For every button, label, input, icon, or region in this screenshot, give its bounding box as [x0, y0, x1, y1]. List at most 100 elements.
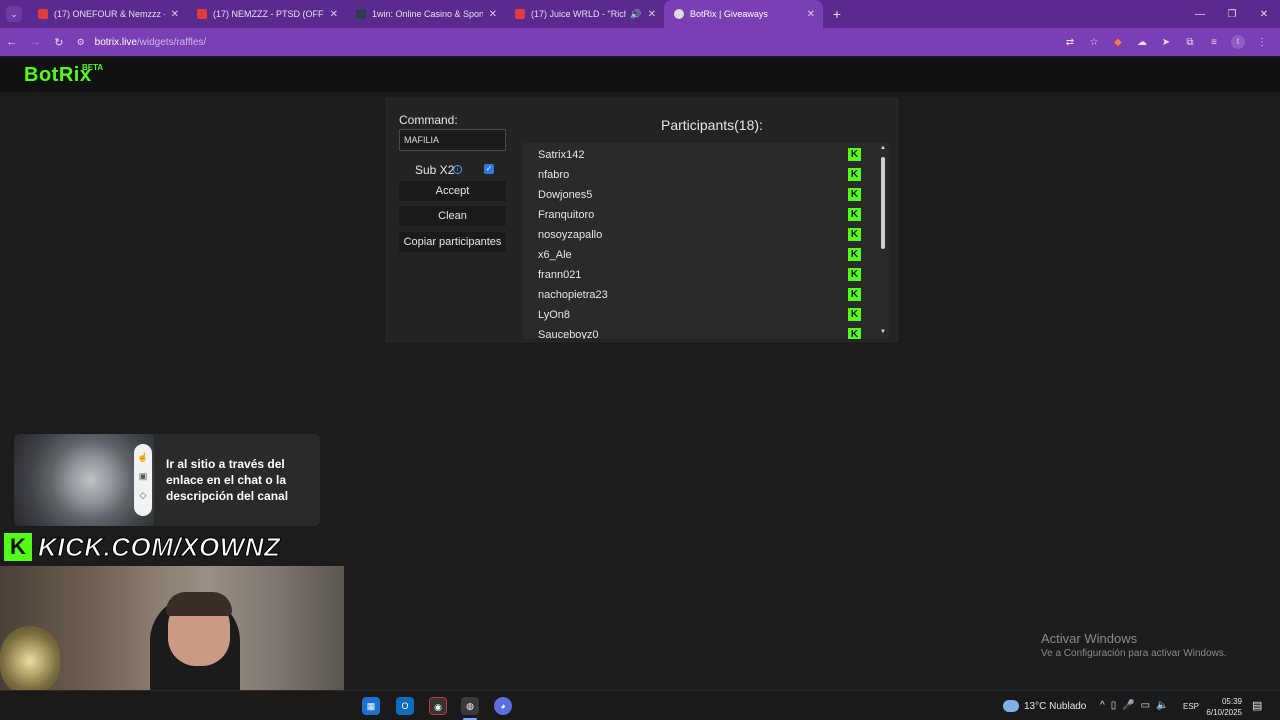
cloud-weather-icon[interactable] [1003, 700, 1019, 712]
close-icon[interactable]: ✕ [330, 9, 338, 20]
list-item: Sauceboyz0 K [538, 325, 868, 339]
chevron-down-icon: ⌄ [6, 6, 22, 22]
translate-icon[interactable]: ⇄ [1058, 37, 1082, 48]
list-item: nosoyzapallo K [538, 225, 868, 245]
raffle-panel: Command: Sub X2 i ✓ Accept Clean Copiar … [386, 98, 898, 342]
store-icon[interactable]: ▦ [362, 697, 380, 715]
star-icon[interactable]: ☆ [1082, 37, 1106, 48]
close-icon[interactable]: ✕ [489, 9, 497, 20]
participant-name: Franquitoro [538, 209, 595, 221]
sub-x2-checkbox[interactable]: ✓ [484, 164, 494, 174]
recorder-icon[interactable]: ◉ [429, 697, 447, 715]
clock-time: 05:39 [1221, 697, 1242, 706]
tab-title: BotRix | Giveaways [690, 9, 768, 19]
extension-cursor-icon[interactable]: ➤ [1154, 37, 1178, 48]
tab-title: (17) Juice WRLD - "Rich An [531, 9, 627, 19]
kick-icon: K [848, 248, 861, 261]
accept-button[interactable]: Accept [399, 181, 506, 201]
command-input[interactable] [399, 129, 506, 151]
browser-tab[interactable]: (17) NEMZZZ - PTSD (OFFICIAL ✕ [187, 0, 346, 28]
list-item: Dowjones5 K [538, 185, 868, 205]
tag-icon: ◇ [139, 490, 147, 500]
scrollbar[interactable]: ▲ ▼ [879, 145, 887, 339]
list-item: LyOn8 K [538, 305, 868, 325]
participant-name: LyOn8 [538, 309, 571, 321]
new-tab-button[interactable]: + [823, 6, 851, 22]
scrollbar-thumb[interactable] [881, 157, 885, 249]
copy-participants-button[interactable]: Copiar participantes [399, 232, 506, 252]
chrome-icon[interactable]: ◍ [461, 697, 479, 715]
close-icon[interactable]: ✕ [648, 9, 656, 20]
youtube-icon [515, 9, 525, 19]
outlook-icon[interactable]: O [396, 697, 414, 715]
browser-tab[interactable]: 1win: Online Casino & Sport Be ✕ [346, 0, 505, 28]
tab-title: (17) ONEFOUR & Nemzzz - SPI [54, 9, 165, 19]
close-icon[interactable]: ✕ [807, 9, 815, 20]
restore-icon[interactable]: ❐ [1216, 9, 1248, 20]
webcam-plant [0, 626, 60, 696]
close-icon[interactable]: ✕ [171, 9, 179, 20]
extension-fox-icon[interactable]: ◆ [1106, 37, 1130, 48]
scroll-down-icon[interactable]: ▼ [879, 329, 887, 335]
info-icon[interactable]: i [453, 165, 462, 174]
participant-name: Satrix142 [538, 149, 585, 161]
extensions-puzzle-icon[interactable]: ⧉ [1178, 37, 1202, 48]
app-header: BotRix BETA [0, 58, 1280, 92]
browser-tab[interactable]: (17) Juice WRLD - "Rich An 🔊 ✕ [505, 0, 664, 28]
window-controls: — ❐ ✕ [1184, 9, 1280, 20]
list-item: nachopietra23 K [538, 285, 868, 305]
page-content: BotRix BETA Command: Sub X2 i ✓ Accept C… [0, 56, 1280, 696]
participant-name: nfabro [538, 169, 570, 181]
system-clock[interactable]: 05:39 6/10/2025 [1204, 696, 1242, 718]
browser-tab[interactable]: (17) ONEFOUR & Nemzzz - SPI ✕ [28, 0, 187, 28]
notification-icon[interactable]: ▤ [1252, 699, 1262, 712]
kick-icon: K [848, 168, 861, 181]
extension-cloud-icon[interactable]: ☁ [1130, 37, 1154, 48]
participants-list[interactable]: Satrix142 K nfabro K Dowjones5 K Franquitor… [523, 143, 889, 339]
kick-icon: K [848, 188, 861, 201]
speaker-icon[interactable]: 🔊 [630, 9, 641, 20]
profile-avatar[interactable]: t [1226, 35, 1250, 49]
list-item: nfabro K [538, 165, 868, 185]
kick-icon: K [848, 288, 861, 301]
browser-tab-active[interactable]: BotRix | Giveaways ✕ [664, 0, 823, 28]
list-item: x6_Ale K [538, 245, 868, 265]
tab-search-button[interactable]: ⌄ [0, 0, 28, 28]
kick-channel-text: KICK.COM/XOWNZ [37, 531, 281, 562]
tap-icon: ☝ [137, 452, 149, 462]
menu-kebab-icon[interactable]: ⋮ [1250, 37, 1274, 48]
participant-name: nosoyzapallo [538, 229, 603, 241]
back-icon[interactable]: ← [0, 36, 24, 48]
list-item: Satrix142 K [538, 145, 868, 165]
microphone-icon[interactable]: 🎤 [1122, 700, 1134, 711]
volume-icon[interactable]: 🔈 [1156, 700, 1168, 711]
forward-icon[interactable]: → [24, 36, 48, 48]
minimize-icon[interactable]: — [1184, 9, 1216, 20]
reload-icon[interactable]: ↻ [47, 36, 71, 49]
participant-name: x6_Ale [538, 249, 572, 261]
list-item: frann021 K [538, 265, 868, 285]
clean-button[interactable]: Clean [399, 206, 506, 226]
url-path: /widgets/raffles/ [136, 36, 207, 48]
discord-icon[interactable]: ◕ [494, 697, 512, 715]
chevron-up-icon[interactable]: ^ [1100, 700, 1105, 711]
overlay-image [14, 434, 154, 526]
kick-logo-icon: K [4, 533, 32, 561]
media-control-icon[interactable]: ≡ [1202, 37, 1226, 48]
participant-name: frann021 [538, 269, 582, 281]
overlay-info-text: Ir al sitio a través del enlace en el ch… [166, 457, 289, 503]
botrix-icon [674, 9, 684, 19]
kick-icon: K [848, 328, 861, 339]
tab-title: (17) NEMZZZ - PTSD (OFFICIAL [213, 9, 324, 19]
address-bar[interactable]: ⚙ botrix.live/widgets/raffles/ [77, 31, 1058, 53]
close-window-icon[interactable]: ✕ [1248, 9, 1280, 20]
network-icon[interactable]: ▭ [1141, 700, 1150, 711]
language-indicator[interactable]: ESP [1183, 702, 1199, 711]
windows-taskbar: ▦ O ◉ ◍ ◕ 13°C Nublado ^ ▯ 🎤 ▭ 🔈 ESP 05:… [0, 690, 1280, 720]
system-tray: ^ ▯ 🎤 ▭ 🔈 [1100, 700, 1175, 711]
tray-app-icon[interactable]: ▯ [1111, 700, 1117, 711]
scroll-up-icon[interactable]: ▲ [879, 145, 887, 151]
site-info-icon[interactable]: ⚙ [77, 37, 89, 48]
weather-text[interactable]: 13°C Nublado [1024, 701, 1086, 712]
youtube-icon [197, 9, 207, 19]
